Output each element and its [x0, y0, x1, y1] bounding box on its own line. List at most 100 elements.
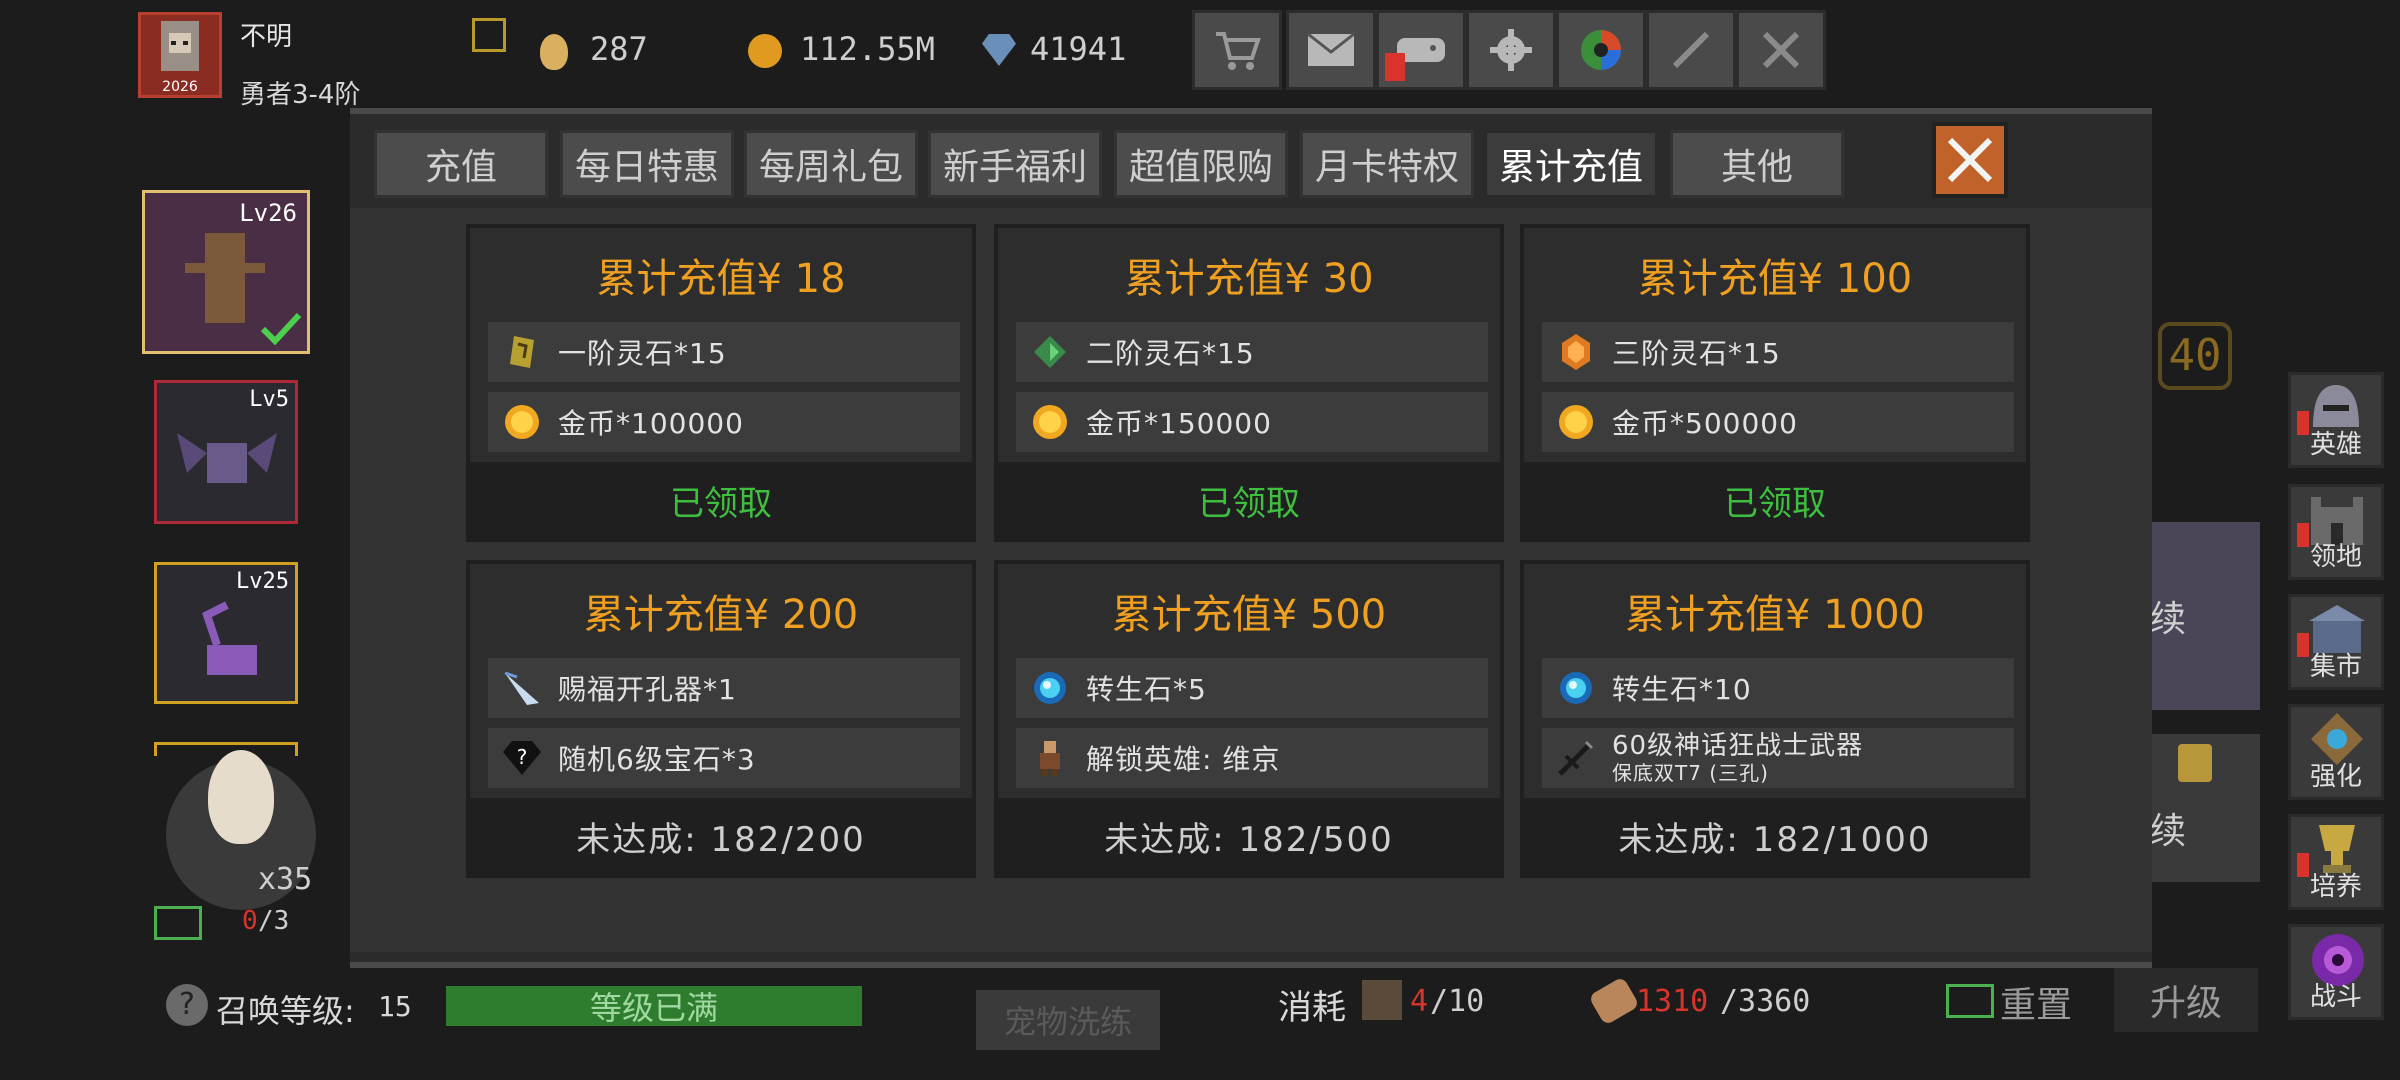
color-wheel-icon[interactable] — [1556, 10, 1646, 90]
reward-item-text: 金币*500000 — [1612, 407, 1798, 440]
player-portrait-icon — [161, 21, 199, 71]
tab-daily-deals[interactable]: 每日特惠 — [560, 130, 734, 198]
scorpion-hero-icon — [202, 601, 257, 675]
close-icon — [1947, 137, 1993, 183]
lock-icon — [2178, 744, 2212, 782]
side-menu-market[interactable]: 集市 — [2288, 594, 2384, 690]
egg-icon — [540, 34, 568, 70]
ad-max: /3 — [258, 906, 290, 936]
summon-level-bar: 等级已满 — [446, 986, 862, 1027]
side-menu-label: 培养 — [2309, 872, 2362, 902]
progress-status: 未达成: 182/1000 — [1524, 798, 2026, 874]
gold-coin-icon — [502, 402, 542, 442]
side-menu-label: 战斗 — [2309, 982, 2362, 1012]
side-menu-hero[interactable]: 英雄 — [2288, 372, 2384, 468]
reward-item-text: 随机6级宝石*3 — [558, 743, 756, 776]
bg-continue-1: 续 — [2150, 599, 2187, 640]
reward-item-subtext: 保底双T7 (三孔) — [1612, 761, 1769, 785]
tab-newbie-welfare[interactable]: 新手福利 — [928, 130, 1102, 198]
checkmark-icon — [260, 312, 302, 345]
consume-a-need: /10 — [1430, 984, 1485, 1019]
summon-level-bar-text: 等级已满 — [589, 989, 718, 1027]
reward-item-text: 转生石*5 — [1086, 673, 1207, 706]
reward-item: 赐福开孔器*1 — [488, 658, 960, 718]
gem-count: 41941 — [1030, 30, 1127, 68]
upgrade-button[interactable]: 升级 — [2114, 968, 2258, 1032]
reward-item-text: 金币*150000 — [1086, 407, 1272, 440]
tab-monthly-card[interactable]: 月卡特权 — [1300, 130, 1474, 198]
hero-level: Lv5 — [249, 387, 289, 412]
tab-limited-offers[interactable]: 超值限购 — [1114, 130, 1288, 198]
reward-item: ? 随机6级宝石*3 — [488, 728, 960, 788]
side-menu-label: 集市 — [2309, 652, 2362, 682]
mail-icon[interactable] — [1286, 10, 1376, 90]
reward-item: 转生石*5 — [1016, 658, 1488, 718]
progress-status: 未达成: 182/500 — [998, 798, 1500, 874]
reward-item: 金币*500000 — [1542, 392, 2014, 452]
reward-item-text: 二阶灵石*15 — [1086, 337, 1255, 370]
card-title: 累计充值¥ 200 — [583, 592, 859, 638]
random-gem-icon: ? — [502, 738, 542, 778]
pet-train-button[interactable]: 宠物洗练 — [976, 990, 1160, 1050]
gold-coin-icon — [1030, 402, 1070, 442]
gamepad-icon[interactable] — [1376, 10, 1466, 90]
upgrade-label: 升级 — [2149, 983, 2222, 1024]
sword-crossed-icon[interactable] — [1736, 10, 1826, 90]
claim-status[interactable]: 已领取 — [1524, 462, 2026, 538]
edit-icon[interactable] — [472, 18, 506, 52]
tab-weekly-packs[interactable]: 每周礼包 — [744, 130, 918, 198]
rebirth-stone-icon — [1030, 668, 1070, 708]
tab-other[interactable]: 其他 — [1670, 130, 1844, 198]
card-title: 累计充值¥ 1000 — [1625, 592, 1925, 638]
reward-card-18: 累计充值¥ 18 一阶灵石*15 金币*100000 已领取 — [466, 224, 976, 542]
card-title: 累计充值¥ 30 — [1124, 256, 1374, 302]
consume-b-have: 1310 — [1636, 984, 1709, 1019]
side-menu-territory[interactable]: 领地 — [2288, 484, 2384, 580]
gear-icon[interactable] — [1466, 10, 1556, 90]
cart-icon[interactable] — [1192, 10, 1282, 90]
side-menu-label: 强化 — [2309, 762, 2362, 792]
svg-text:?: ? — [517, 745, 528, 769]
help-icon[interactable]: ? — [166, 984, 208, 1026]
tier2-stone-icon — [1030, 332, 1070, 372]
claim-status[interactable]: 已领取 — [470, 462, 972, 538]
hero-unlock-icon — [1030, 738, 1070, 778]
consume-a-have: 4 — [1410, 984, 1429, 1019]
ad-video-icon[interactable] — [154, 906, 202, 940]
reward-item: 金币*100000 — [488, 392, 960, 452]
hero-slot-1[interactable]: Lv26 — [142, 190, 310, 354]
player-name: 不明 — [240, 22, 293, 52]
reward-card-1000: 累计充值¥ 1000 转生石*10 60级神话狂战士武器 保底双T7 (三孔) … — [1520, 560, 2030, 878]
drill-icon — [502, 668, 542, 708]
sword-locked-icon[interactable] — [1646, 10, 1736, 90]
reward-item-text: 三阶灵石*15 — [1612, 337, 1781, 370]
side-menu-enhance[interactable]: 强化 — [2288, 704, 2384, 800]
side-menu-cultivate[interactable]: 培养 — [2288, 814, 2384, 910]
pet-train-label: 宠物洗练 — [1003, 1003, 1132, 1041]
tab-recharge[interactable]: 充值 — [374, 130, 548, 198]
rebirth-stone-icon — [1556, 668, 1596, 708]
close-button[interactable] — [1932, 122, 2008, 198]
gold-icon — [748, 34, 782, 68]
egg-icon — [208, 750, 274, 844]
side-menu-battle[interactable]: 战斗 — [2288, 924, 2384, 1020]
reward-item: 金币*150000 — [1016, 392, 1488, 452]
reward-item: 一阶灵石*15 — [488, 322, 960, 382]
bg-continue-2: 续 — [2150, 811, 2187, 852]
tab-cumulative-recharge[interactable]: 累计充值 — [1484, 130, 1658, 198]
mythic-weapon-icon — [1556, 738, 1596, 778]
bat-hero-icon — [177, 433, 277, 483]
ad-count: 0 — [242, 906, 258, 936]
tier1-stone-icon — [502, 332, 542, 372]
hero-level: Lv25 — [236, 569, 289, 594]
reward-item: 三阶灵石*15 — [1542, 322, 2014, 382]
card-title: 累计充值¥ 500 — [1111, 592, 1387, 638]
player-avatar[interactable]: 2026 — [138, 12, 222, 98]
hero-slot-3[interactable]: Lv25 — [154, 562, 298, 704]
player-rank: 勇者3-4阶 — [240, 80, 361, 110]
reward-item-text: 赐福开孔器*1 — [558, 673, 737, 706]
consume-b-need: /3360 — [1720, 984, 1811, 1019]
claim-status[interactable]: 已领取 — [998, 462, 1500, 538]
reset-button[interactable]: 重置 — [2000, 976, 2072, 1028]
hero-slot-2[interactable]: Lv5 — [154, 380, 298, 524]
